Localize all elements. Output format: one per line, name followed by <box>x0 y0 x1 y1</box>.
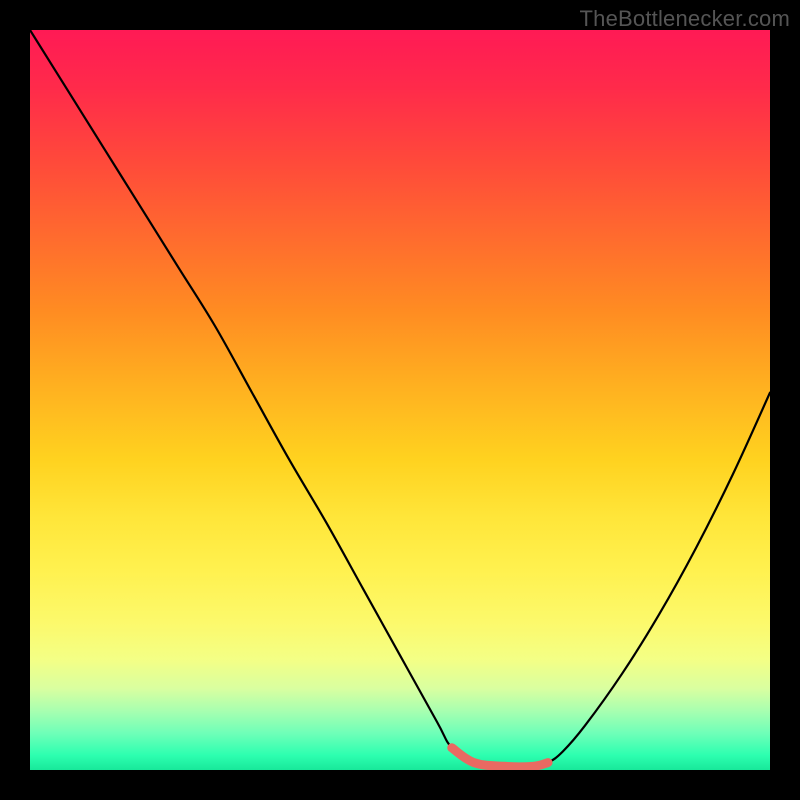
optimal-zone-highlight <box>452 748 548 767</box>
watermark-text: TheBottlenecker.com <box>580 6 790 32</box>
bottleneck-curve <box>30 30 770 767</box>
curve-svg <box>30 30 770 770</box>
chart-frame: TheBottlenecker.com <box>0 0 800 800</box>
plot-area <box>30 30 770 770</box>
